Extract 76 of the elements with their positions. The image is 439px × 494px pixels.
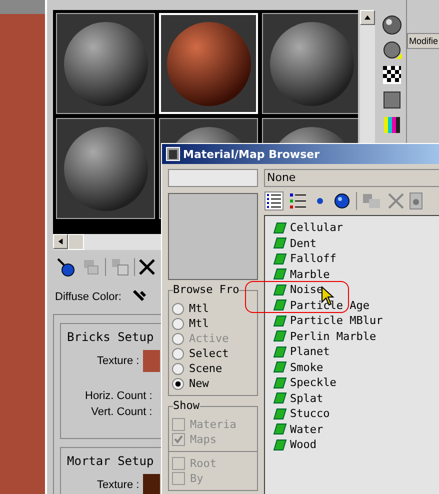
list-item[interactable]: Cellular <box>290 221 343 234</box>
list-item[interactable]: Marble <box>290 268 330 281</box>
map-icon <box>273 268 287 280</box>
map-icon <box>273 330 287 342</box>
map-icon <box>273 376 287 389</box>
radio-button[interactable] <box>172 318 184 330</box>
get-material-icon[interactable] <box>55 256 77 278</box>
list-item[interactable]: Planet <box>290 345 330 358</box>
list-view-icon[interactable] <box>264 191 284 211</box>
count-label: Vert. Count : <box>91 406 152 418</box>
window-title: Material/Map Browser <box>183 148 320 160</box>
list-item[interactable]: Stucco <box>290 407 330 420</box>
map-icon <box>273 222 287 234</box>
map-icon <box>273 252 287 265</box>
option-label: Root <box>190 457 216 470</box>
option-label: Materia <box>190 418 236 431</box>
list-item[interactable]: Water <box>290 422 324 436</box>
map-icon <box>273 237 287 250</box>
option-label: Maps <box>190 433 216 446</box>
list-item[interactable]: Splat <box>290 392 324 405</box>
group-title: Show <box>173 399 200 412</box>
horizontal-scrollbar[interactable] <box>53 234 163 250</box>
texture-label: Texture : <box>97 479 140 491</box>
map-icon <box>273 423 287 436</box>
radio-button[interactable] <box>172 348 184 360</box>
color-swatch[interactable] <box>143 474 160 494</box>
map-icon <box>273 314 287 327</box>
modify-tab[interactable]: Modifie <box>407 33 439 49</box>
map-icon <box>273 392 287 404</box>
texture-label: Texture : <box>97 355 140 367</box>
group-title: Browse Fro <box>173 283 240 296</box>
map-icon <box>273 284 287 296</box>
option-label: Select <box>189 347 229 360</box>
option-label: Active <box>189 332 229 345</box>
list-item[interactable]: Speckle <box>290 376 336 390</box>
list-item[interactable]: Dent <box>290 236 316 250</box>
sphere-icon[interactable] <box>381 14 403 36</box>
list-item[interactable]: Wood <box>290 438 316 452</box>
option-label: Scene <box>189 362 222 375</box>
radio-button[interactable] <box>172 378 184 390</box>
list-item[interactable]: Particle MBlur <box>290 314 383 328</box>
document-icon[interactable] <box>409 191 423 211</box>
map-icon <box>273 299 287 312</box>
radio-button[interactable] <box>172 362 184 374</box>
scrollbar-thumb[interactable] <box>68 234 84 250</box>
option-label: New <box>189 377 209 390</box>
checker-icon[interactable] <box>381 64 403 86</box>
sample-slot[interactable] <box>262 13 358 114</box>
sample-slot[interactable] <box>56 13 155 114</box>
group-title: Mortar Setup <box>67 454 154 468</box>
list-item[interactable]: Smoke <box>290 360 324 374</box>
option-label: Mtl <box>189 317 209 330</box>
color-swatch[interactable] <box>143 350 160 372</box>
map-icon <box>273 361 287 374</box>
count-label: Horiz. Count : <box>85 390 152 402</box>
list-item[interactable]: Noise <box>290 283 324 296</box>
color-bars-icon[interactable] <box>381 114 403 136</box>
radio-button[interactable] <box>172 302 184 314</box>
list-item[interactable]: Perlin Marble <box>290 330 376 343</box>
list-item[interactable]: Particle Age <box>290 298 370 312</box>
list-item[interactable]: Falloff <box>290 252 336 266</box>
map-icon <box>273 438 287 451</box>
app-icon <box>166 147 180 161</box>
group-title: Bricks Setup <box>67 330 154 344</box>
option-label: By <box>190 472 204 485</box>
search-field[interactable] <box>168 169 258 187</box>
diffuse-color-label: Diffuse Color: <box>55 291 122 303</box>
map-icon <box>273 408 287 420</box>
sphere-icon[interactable] <box>381 39 403 61</box>
sample-slot[interactable] <box>56 118 155 219</box>
map-icon <box>273 346 287 358</box>
large-sphere-icon[interactable] <box>332 191 352 211</box>
name-field[interactable]: None <box>264 169 439 187</box>
list-icons-icon[interactable] <box>288 191 308 211</box>
option-label: Mtl <box>189 302 209 315</box>
square-icon[interactable] <box>381 89 403 111</box>
